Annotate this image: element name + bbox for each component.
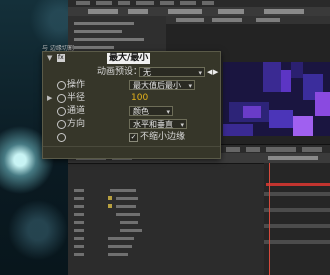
effect-controls-panel: ▼ fx 最大/最小 动画预设： 无 ▾ ◀ ▶ 操作 最大值后最小 ▾ ▶ 半…: [42, 51, 221, 159]
nav-arrow-right-icon[interactable]: ▶: [213, 66, 218, 78]
expand-caret-icon[interactable]: ▶: [47, 92, 52, 104]
stopwatch-icon[interactable]: [57, 81, 66, 90]
timeline-row[interactable]: [68, 196, 264, 201]
operation-value: 最大值后最小: [133, 81, 181, 90]
timeline-row[interactable]: [68, 252, 264, 257]
channel-dropdown[interactable]: 颜色 ▾: [129, 106, 173, 116]
operation-label: 操作: [67, 80, 86, 90]
timeline-row[interactable]: [68, 244, 264, 249]
work-area-bar[interactable]: [266, 183, 330, 186]
operation-dropdown[interactable]: 最大值后最小 ▾: [129, 80, 195, 90]
timeline-row[interactable]: [68, 236, 264, 241]
radius-row: ▶ 半径 100: [43, 92, 220, 104]
expand-caret-icon[interactable]: ▼: [47, 52, 52, 64]
radius-value[interactable]: 100: [131, 92, 148, 104]
channel-value: 颜色: [133, 107, 149, 116]
direction-row: 方向 水平和垂直 ▾: [43, 118, 220, 130]
layer-track[interactable]: [264, 192, 330, 196]
layer-track[interactable]: [264, 224, 330, 228]
animation-presets-value: 无: [143, 68, 151, 77]
stopwatch-icon[interactable]: [57, 107, 66, 116]
dropdown-arrow-icon: ▾: [198, 69, 202, 77]
dont-shrink-edges-label: 不缩小边缘: [140, 132, 186, 142]
playhead[interactable]: [269, 163, 270, 275]
composition-preview: [223, 62, 330, 136]
stopwatch-icon[interactable]: [57, 120, 66, 129]
screenshot-stage: 与 边缘切割 ▼ fx 最大/最小 动画预设： 无 ▾ ◀ ▶ 操作 最大值后最…: [0, 0, 330, 275]
stopwatch-icon[interactable]: [57, 94, 66, 103]
channel-label: 通道: [67, 106, 86, 116]
stopwatch-icon[interactable]: [57, 133, 66, 142]
animation-presets-row: 动画预设： 无 ▾ ◀ ▶: [43, 66, 220, 78]
viewer-tabs: [166, 16, 330, 24]
fx-badge[interactable]: fx: [57, 54, 65, 62]
dont-shrink-edges-checkbox[interactable]: ✓: [129, 133, 138, 142]
direction-value: 水平和垂直: [133, 120, 173, 129]
timeline-row[interactable]: [68, 204, 264, 209]
timeline-layer-list: [68, 186, 264, 266]
dropdown-arrow-icon: ▾: [188, 82, 192, 90]
effect-header-row[interactable]: ▼ fx 最大/最小: [43, 52, 220, 64]
radius-label: 半径: [67, 93, 86, 103]
checkbox-check-icon: ✓: [130, 133, 137, 141]
effect-name[interactable]: 最大/最小: [107, 53, 151, 64]
layer-track[interactable]: [264, 208, 330, 212]
animation-presets-label: 动画预设：: [97, 67, 143, 77]
panel-divider: [43, 146, 220, 147]
timeline-row[interactable]: [68, 188, 264, 193]
operation-row: 操作 最大值后最小 ▾: [43, 79, 220, 91]
timeline-row[interactable]: [68, 212, 264, 217]
timeline-tracks[interactable]: [264, 163, 330, 275]
direction-label: 方向: [67, 119, 86, 129]
nav-arrow-left-icon[interactable]: ◀: [207, 66, 212, 78]
layer-track[interactable]: [264, 240, 330, 244]
direction-dropdown[interactable]: 水平和垂直 ▾: [129, 119, 187, 129]
timeline-row[interactable]: [68, 228, 264, 233]
animation-presets-dropdown[interactable]: 无 ▾: [139, 67, 205, 77]
menu-bar: [68, 0, 330, 7]
channel-row: 通道 颜色 ▾: [43, 105, 220, 117]
dropdown-arrow-icon: ▾: [166, 108, 170, 116]
dont-shrink-edges-row: ✓ 不缩小边缘: [43, 131, 220, 143]
dropdown-arrow-icon: ▾: [180, 121, 184, 129]
timeline-row[interactable]: [68, 220, 264, 225]
